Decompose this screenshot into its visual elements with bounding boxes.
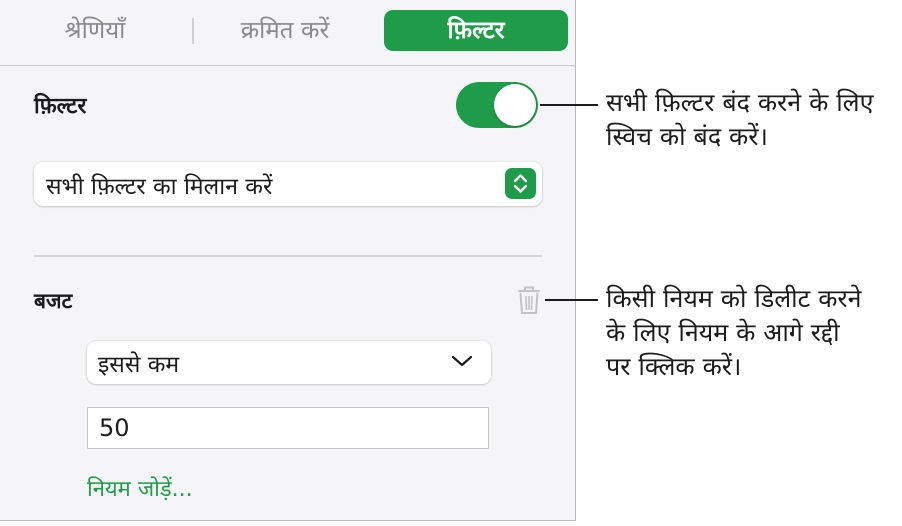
trash-callout-line: [545, 299, 598, 301]
rule-column-title: बजट: [34, 289, 73, 313]
toggle-callout: सभी फ़िल्टर बंद करने के लिए स्विच को बंद…: [606, 86, 873, 154]
add-rule-link[interactable]: नियम जोड़ें...: [87, 473, 193, 503]
toggle-callout-line-2: स्विच को बंद करें।: [606, 122, 768, 151]
rule-condition-popup[interactable]: इससे कम: [87, 341, 491, 384]
toggle-callout-line: [540, 104, 598, 106]
match-filters-popup[interactable]: सभी फ़िल्टर का मिलान करें: [34, 162, 542, 206]
tab-sort[interactable]: क्रमित करें: [200, 10, 370, 51]
filter-section-title: फ़िल्टर: [34, 94, 87, 119]
trash-callout: किसी नियम को डिलीट करने के लिए नियम के आ…: [606, 282, 862, 384]
tab-separator: [192, 18, 194, 44]
match-filters-value: सभी फ़िल्टर का मिलान करें: [46, 174, 273, 200]
tab-filter[interactable]: फ़िल्टर: [384, 10, 568, 51]
tab-categories[interactable]: श्रेणियाँ: [20, 10, 170, 51]
trash-callout-line-1: किसी नियम को डिलीट करने: [606, 284, 862, 313]
filter-sidebar: श्रेणियाँ क्रमित करें फ़िल्टर फ़िल्टर सभ…: [0, 0, 576, 521]
rule-condition-value: इससे कम: [98, 352, 180, 378]
section-divider: [34, 255, 542, 257]
toggle-callout-line-1: सभी फ़िल्टर बंद करने के लिए: [606, 88, 874, 117]
filter-toggle-switch[interactable]: [456, 82, 538, 128]
rule-value-text: 50: [99, 414, 130, 442]
toggle-knob: [494, 84, 536, 126]
trash-icon[interactable]: [516, 285, 542, 315]
trash-callout-line-3: पर क्लिक करें।: [606, 352, 742, 381]
tab-bar: श्रेणियाँ क्रमित करें फ़िल्टर: [0, 0, 576, 66]
rule-value-field[interactable]: 50: [87, 407, 489, 449]
popup-stepper-icon: [505, 168, 536, 199]
chevron-down-icon: [451, 353, 473, 373]
trash-callout-line-2: के लिए नियम के आगे रद्दी: [606, 318, 840, 347]
